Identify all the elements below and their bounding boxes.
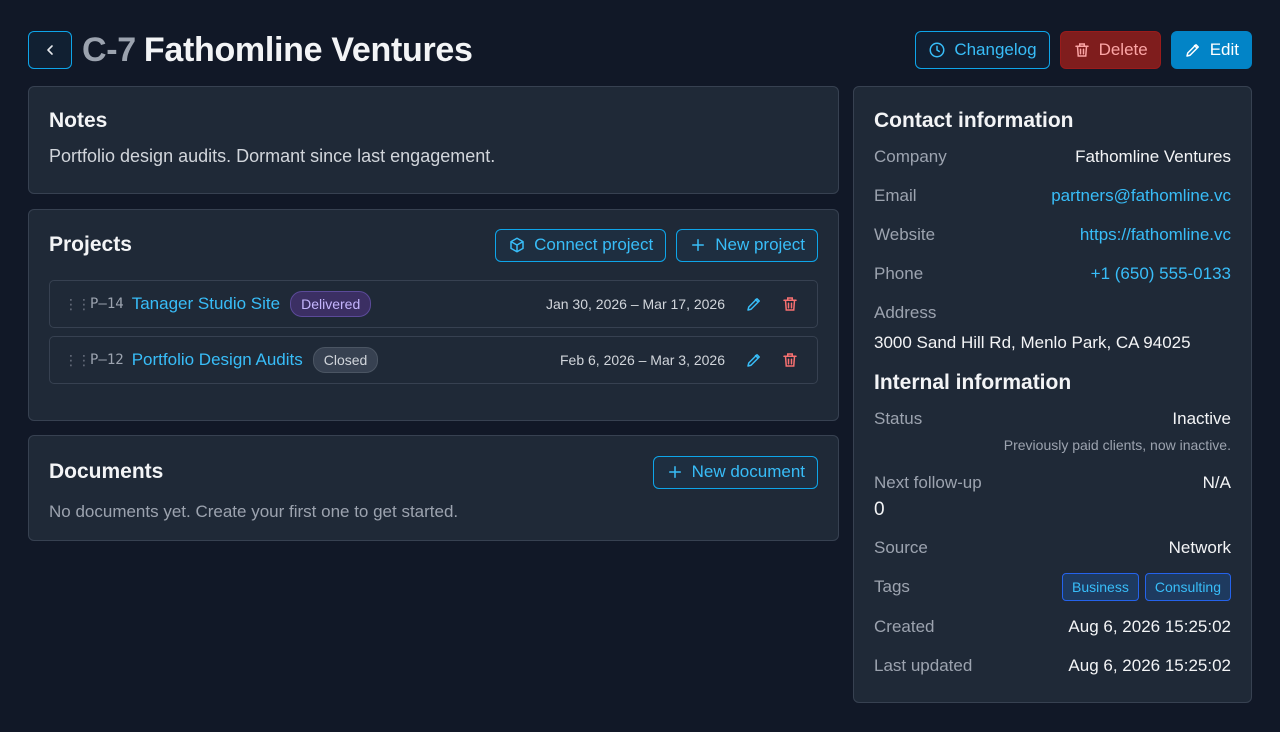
back-button[interactable] [28, 31, 72, 69]
plus-icon [692, 239, 705, 251]
project-name-link[interactable]: Tanager Studio Site [132, 294, 280, 314]
project-dates: Jan 30, 2026 – Mar 17, 2026 [545, 296, 725, 312]
edit-project-button[interactable] [743, 293, 765, 315]
header-actions: Changelog Delete Edit [915, 31, 1252, 69]
website-row: Website https://fathomline.vc [874, 225, 1231, 245]
address-label: Address [874, 303, 937, 322]
pencil-icon [747, 298, 760, 311]
email-row: Email partners@fathomline.vc [874, 186, 1231, 206]
email-label: Email [874, 186, 917, 205]
internal-title: Internal information [874, 371, 1072, 394]
box-icon [510, 237, 524, 253]
documents-title: Documents [49, 460, 164, 483]
page-header: C-7 Fathomline Ventures Changelog Delete … [28, 31, 1252, 69]
drag-handle-icon[interactable]: ⋮⋮ [64, 353, 91, 367]
info-card: Contact information Company Fathomline V… [853, 86, 1252, 703]
status-description: Previously paid clients, now inactive. [1003, 437, 1231, 453]
company-value: Fathomline Ventures [1075, 147, 1231, 166]
page-title: C-7 Fathomline Ventures [82, 31, 473, 70]
client-name: Fathomline Ventures [143, 30, 473, 69]
updated-row: Last updated Aug 6, 2026 15:25:02 [874, 656, 1231, 676]
documents-card: Documents New document No documents yet.… [28, 435, 839, 541]
clock-icon [929, 42, 945, 58]
chevron-left-icon [47, 45, 53, 55]
plus-icon [668, 466, 681, 478]
source-value: Network [1168, 538, 1231, 557]
project-row[interactable]: ⋮⋮ P–14 Tanager Studio Site Delivered Ja… [49, 280, 818, 328]
notes-card: Notes Portfolio design audits. Dormant s… [28, 86, 839, 194]
pencil-icon [1185, 44, 1199, 57]
delete-project-button[interactable] [779, 293, 801, 315]
trash-icon [783, 353, 797, 367]
website-label: Website [874, 225, 936, 244]
source-label: Source [874, 538, 928, 557]
trash-icon [1074, 43, 1089, 57]
company-label: Company [874, 147, 947, 166]
pencil-icon [747, 354, 760, 367]
client-code: C-7 [82, 30, 136, 69]
tags-row: Tags Business Consulting [874, 573, 1231, 601]
notes-title: Notes [49, 109, 108, 132]
changelog-label: Changelog [954, 40, 1037, 59]
changelog-button[interactable]: Changelog [915, 31, 1050, 69]
updated-label: Last updated [874, 656, 973, 675]
followup-value: N/A [1202, 473, 1231, 492]
followup-count: 0 [874, 499, 885, 520]
created-label: Created [874, 617, 935, 636]
connect-project-label: Connect project [534, 235, 654, 254]
website-link[interactable]: https://fathomline.vc [1080, 225, 1231, 245]
phone-link[interactable]: +1 (650) 555-0133 [1091, 264, 1231, 284]
trash-icon [783, 297, 797, 311]
connect-project-button[interactable]: Connect project [495, 228, 667, 262]
status-badge: Closed [312, 347, 379, 373]
created-row: Created Aug 6, 2026 15:25:02 [874, 617, 1231, 637]
status-row: Status Inactive [874, 409, 1231, 429]
drag-handle-icon[interactable]: ⋮⋮ [64, 297, 91, 311]
contact-title: Contact information [874, 109, 1074, 132]
delete-button[interactable]: Delete [1059, 31, 1161, 69]
address-value: 3000 Sand Hill Rd, Menlo Park, CA 94025 [874, 333, 1191, 352]
phone-row: Phone +1 (650) 555-0133 [874, 264, 1231, 284]
project-code: P–14 [90, 296, 124, 312]
new-document-label: New document [691, 462, 805, 481]
projects-card: Projects Connect project New project ⋮⋮ … [28, 209, 839, 421]
new-document-button[interactable]: New document [652, 455, 818, 489]
delete-project-button[interactable] [779, 349, 801, 371]
status-badge: Delivered [290, 291, 372, 317]
project-row[interactable]: ⋮⋮ P–12 Portfolio Design Audits Closed F… [49, 336, 818, 384]
documents-empty-text: No documents yet. Create your first one … [49, 502, 459, 521]
followup-label: Next follow-up [874, 473, 982, 492]
email-link[interactable]: partners@fathomline.vc [1051, 186, 1231, 206]
project-name-link[interactable]: Portfolio Design Audits [132, 350, 303, 370]
edit-label: Edit [1209, 40, 1239, 59]
project-code: P–12 [90, 352, 124, 368]
created-value: Aug 6, 2026 15:25:02 [1068, 617, 1231, 636]
new-project-label: New project [715, 235, 805, 254]
tag-business[interactable]: Business [1062, 573, 1139, 601]
company-row: Company Fathomline Ventures [874, 147, 1231, 167]
updated-value: Aug 6, 2026 15:25:02 [1068, 656, 1231, 675]
project-dates: Feb 6, 2026 – Mar 3, 2026 [560, 352, 725, 368]
phone-label: Phone [874, 264, 924, 283]
projects-title: Projects [49, 233, 132, 256]
edit-button[interactable]: Edit [1170, 31, 1252, 69]
notes-text: Portfolio design audits. Dormant since l… [49, 146, 496, 166]
address-row: Address [874, 303, 1231, 323]
status-label: Status [874, 409, 923, 428]
source-row: Source Network [874, 538, 1231, 558]
followup-row: Next follow-up N/A [874, 473, 1231, 493]
status-value: Inactive [1172, 409, 1231, 428]
new-project-button[interactable]: New project [676, 228, 818, 262]
tags-label: Tags [874, 577, 910, 596]
delete-label: Delete [1098, 40, 1148, 59]
edit-project-button[interactable] [743, 349, 765, 371]
tag-consulting[interactable]: Consulting [1144, 573, 1231, 601]
